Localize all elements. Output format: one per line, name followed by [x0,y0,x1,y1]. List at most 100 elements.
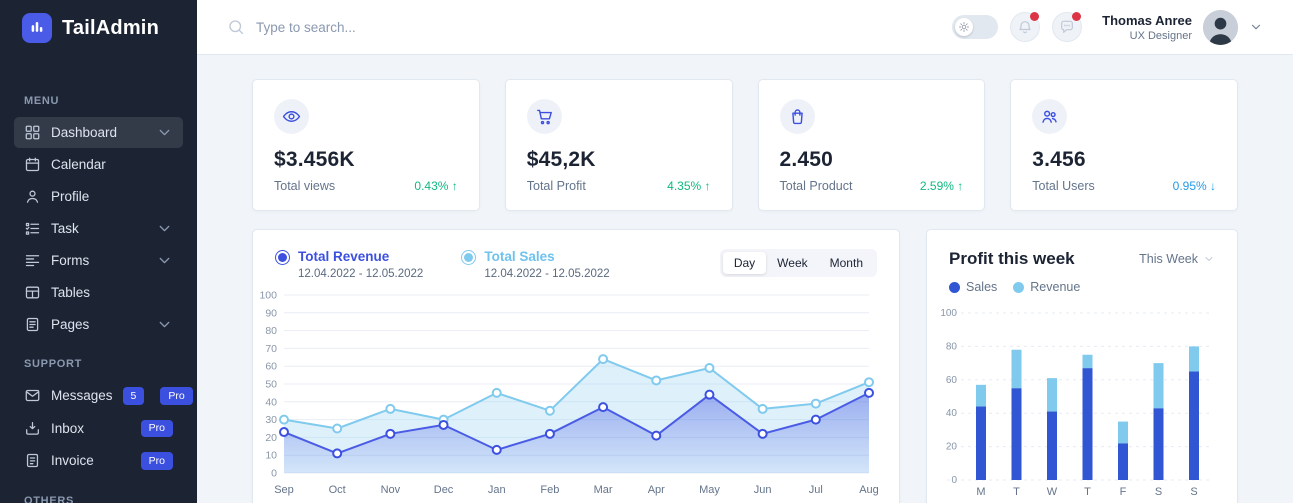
user-role: UX Designer [1102,30,1192,42]
count-badge: 5 [123,387,145,405]
notification-dot [1072,12,1081,21]
legend-label: Revenue [1030,280,1080,294]
sidebar-item-label: Messages [51,388,113,403]
svg-text:May: May [699,484,720,496]
logo[interactable]: TailAdmin [0,0,197,43]
sidebar-section: OTHERS [0,495,197,503]
legend-date-range: 12.04.2022 - 12.05.2022 [298,268,423,280]
range-button-month[interactable]: Month [819,252,874,274]
user-meta: Thomas Anree UX Designer [1102,13,1192,42]
sidebar-item-tables[interactable]: Tables [14,277,183,308]
svg-text:100: 100 [259,290,277,302]
svg-text:Oct: Oct [329,484,346,496]
sidebar-item-label: Forms [51,253,89,268]
chat-icon [1059,19,1075,35]
sidebar-item-invoice[interactable]: Invoice Pro [14,445,183,477]
stat-delta: 4.35% ↑ [667,179,710,193]
week-dropdown-value: This Week [1139,252,1198,266]
legend-sales: Sales [949,280,997,294]
sidebar-item-label: Profile [51,189,89,204]
stat-row: Total Profit4.35% ↑ [527,179,711,193]
stat-row: Total Users0.95% ↓ [1032,179,1216,193]
legend-total-revenue[interactable]: Total Revenue 12.04.2022 - 12.05.2022 [275,249,423,280]
svg-text:40: 40 [265,396,277,408]
range-button-week[interactable]: Week [766,252,818,274]
svg-text:50: 50 [265,379,277,391]
stat-card-total-views: $3.456K Total views0.43% ↑ [252,79,480,211]
sidebar-item-label: Tables [51,285,90,300]
legend-total-sales[interactable]: Total Sales 12.04.2022 - 12.05.2022 [461,249,609,280]
sidebar-item-inbox[interactable]: Inbox Pro [14,413,183,445]
revenue-area-chart: 0102030405060708090100SepOctNovDecJanFeb… [253,288,893,500]
bag-icon [780,99,815,134]
sidebar-item-label: Invoice [51,453,94,468]
chevron-down-icon [1203,253,1215,265]
task-icon [24,220,41,237]
svg-text:60: 60 [946,375,958,386]
svg-text:F: F [1120,486,1127,498]
sidebar-item-profile[interactable]: Profile [14,181,183,212]
svg-text:20: 20 [946,442,958,453]
eye-icon [274,99,309,134]
inbox-icon [24,420,41,437]
sidebar-item-forms[interactable]: Forms [14,245,183,276]
svg-text:70: 70 [265,343,277,355]
legend-label: Total Revenue [298,249,423,264]
sidebar-section-label: SUPPORT [24,358,173,370]
user-menu[interactable]: Thomas Anree UX Designer [1102,10,1263,45]
profit-bar-chart: 020406080100MTWTFSS [939,305,1227,501]
notifications-button[interactable] [1010,12,1040,42]
tables-icon [24,284,41,301]
stat-value: 2.450 [780,148,964,172]
messages-button[interactable] [1052,12,1082,42]
forms-icon [24,252,41,269]
svg-text:M: M [976,486,985,498]
svg-text:Feb: Feb [540,484,559,496]
svg-text:Sep: Sep [274,484,294,496]
svg-text:Mar: Mar [594,484,613,496]
svg-text:Jul: Jul [809,484,823,496]
stat-label: Total views [274,179,335,193]
search-input[interactable] [256,20,576,35]
stat-row: Total views0.43% ↑ [274,179,458,193]
avatar [1203,10,1238,45]
stat-value: $3.456K [274,148,458,172]
sidebar-nav: MENU Dashboard Calendar Profile Task Forms Tab… [0,43,197,503]
pro-badge: Pro [141,420,173,438]
stat-delta: 2.59% ↑ [920,179,963,193]
sidebar-section-label: MENU [24,95,173,107]
pro-badge: Pro [141,452,173,470]
sidebar-item-label: Pages [51,317,89,332]
sidebar-item-pages[interactable]: Pages [14,309,183,340]
pages-icon [24,316,41,333]
dark-mode-toggle[interactable] [952,15,998,39]
chevron-down-icon [156,316,173,333]
chevron-down-icon [156,252,173,269]
sidebar-item-dashboard[interactable]: Dashboard [14,117,183,148]
sidebar-item-messages[interactable]: Messages5Pro [14,380,183,412]
sidebar-section-label: OTHERS [24,495,173,503]
sidebar-item-calendar[interactable]: Calendar [14,149,183,180]
svg-text:S: S [1190,486,1197,498]
sidebar-item-task[interactable]: Task [14,213,183,244]
legend-dot [1013,282,1024,293]
users-icon [1032,99,1067,134]
radio-icon [275,250,290,265]
sidebar-item-label: Task [51,221,79,236]
sidebar-section: SUPPORTMessages5ProInboxProInvoicePro [0,358,197,477]
range-button-day[interactable]: Day [723,252,766,274]
svg-text:T: T [1013,486,1020,498]
svg-text:T: T [1084,486,1091,498]
sidebar-item-label: Inbox [51,421,84,436]
svg-text:Jun: Jun [754,484,772,496]
stat-label: Total Product [780,179,853,193]
svg-text:40: 40 [946,408,958,419]
invoice-icon [24,452,41,469]
sidebar-item-label: Dashboard [51,125,117,140]
week-dropdown[interactable]: This Week [1139,252,1215,266]
svg-text:20: 20 [265,432,277,444]
stat-card-total-profit: $45,2KTotal Profit4.35% ↑ [505,79,733,211]
legend-date-range: 12.04.2022 - 12.05.2022 [484,268,609,280]
dashboard-icon [24,124,41,141]
svg-text:Jan: Jan [488,484,506,496]
